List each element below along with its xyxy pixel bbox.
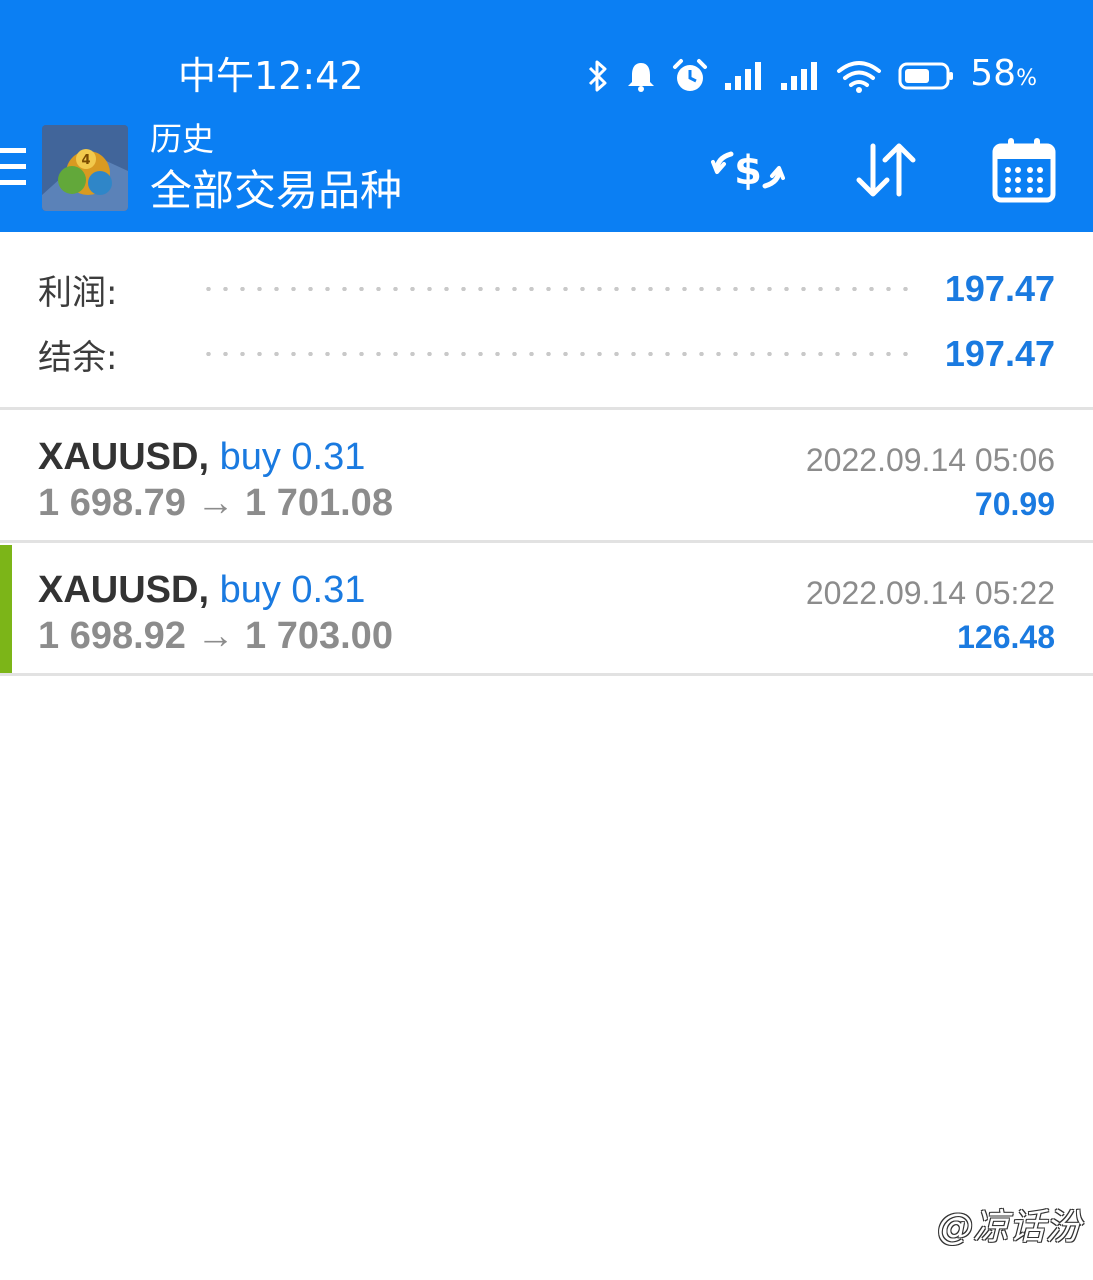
alarm-icon bbox=[673, 59, 708, 91]
profit-row: 利润: 197.47 bbox=[38, 264, 1055, 314]
deal-profit: 126.48 bbox=[957, 619, 1055, 655]
deal-row[interactable]: XAUUSD, buy 0.31 1 698.79 → 1 701.08 202… bbox=[0, 412, 1093, 543]
calendar-icon bbox=[992, 138, 1056, 203]
status-time: 中午12:42 bbox=[178, 54, 364, 98]
sort-icon bbox=[856, 143, 916, 197]
balance-value: 197.47 bbox=[944, 333, 1055, 374]
signal-icon bbox=[781, 62, 818, 90]
profit-value: 197.47 bbox=[944, 268, 1055, 309]
app-header: 中午12:42 58% 4 历史 全部交易品种 $ bbox=[0, 0, 1093, 232]
app-logo: 4 bbox=[42, 125, 128, 211]
profit-label: 利润: bbox=[38, 272, 118, 313]
bluetooth-icon bbox=[589, 60, 607, 92]
deal-symbol: XAUUSD, bbox=[38, 569, 210, 611]
selection-indicator bbox=[0, 545, 12, 673]
deal-profit: 70.99 bbox=[974, 486, 1055, 522]
calendar-button[interactable] bbox=[984, 130, 1064, 210]
deal-row-selected[interactable]: XAUUSD, buy 0.31 1 698.92 → 1 703.00 202… bbox=[0, 545, 1093, 676]
deal-time: 2022.09.14 05:22 bbox=[805, 575, 1055, 611]
page-subtitle: 历史 bbox=[150, 120, 215, 158]
dotted-leader bbox=[200, 287, 919, 291]
dotted-leader bbox=[200, 352, 919, 356]
toolbar: 4 历史 全部交易品种 $ bbox=[0, 112, 1093, 232]
wifi-icon bbox=[837, 61, 882, 93]
deal-symbol: XAUUSD, bbox=[38, 436, 210, 478]
deal-time: 2022.09.14 05:06 bbox=[805, 442, 1055, 478]
currency-exchange-icon: $ bbox=[711, 148, 785, 194]
battery-percent: 58% bbox=[970, 52, 1037, 94]
status-bar: 中午12:42 58% bbox=[0, 40, 1093, 112]
menu-icon[interactable] bbox=[0, 146, 28, 188]
signal-icon bbox=[725, 62, 762, 90]
deal-side: buy 0.31 bbox=[219, 569, 366, 611]
page-title[interactable]: 全部交易品种 bbox=[150, 164, 402, 218]
battery-icon bbox=[898, 62, 954, 90]
svg-text:$: $ bbox=[734, 148, 762, 194]
sort-button[interactable] bbox=[846, 130, 926, 210]
deal-header: XAUUSD, buy 0.31 bbox=[38, 434, 365, 480]
svg-text:4: 4 bbox=[81, 153, 90, 168]
deal-prices: 1 698.92 → 1 703.00 bbox=[38, 615, 393, 657]
deal-header: XAUUSD, buy 0.31 bbox=[38, 567, 365, 613]
balance-label: 结余: bbox=[38, 337, 118, 378]
summary-panel: 利润: 197.47 结余: 197.47 bbox=[0, 232, 1093, 410]
watermark: @凉话汾 bbox=[936, 1207, 1081, 1248]
deal-prices: 1 698.79 → 1 701.08 bbox=[38, 482, 393, 524]
bell-icon bbox=[628, 63, 655, 92]
balance-row: 结余: 197.47 bbox=[38, 329, 1055, 379]
currency-exchange-button[interactable]: $ bbox=[708, 130, 788, 210]
status-icons: 58% bbox=[586, 52, 1037, 100]
deal-side: buy 0.31 bbox=[219, 436, 366, 478]
